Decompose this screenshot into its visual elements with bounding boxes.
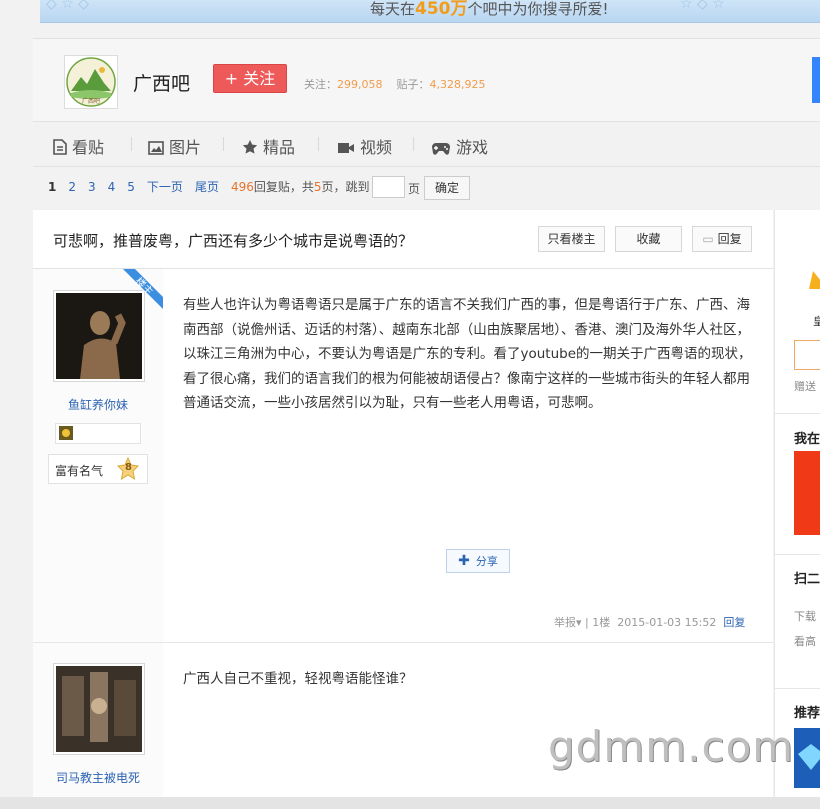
sidebar-heading: 推荐 bbox=[794, 706, 820, 721]
chevron-down-icon: ▾ bbox=[576, 616, 582, 629]
partial-label: 皇 bbox=[813, 313, 820, 329]
op-badge: 楼主 bbox=[123, 269, 163, 309]
post-floor-1: 鱼缸养你妹 富有名气 8 楼主 有些人也许认为粤语粤语只是属于广东的语言不关我们… bbox=[33, 269, 773, 643]
member-badge bbox=[55, 423, 141, 444]
tab-games[interactable]: 游戏 bbox=[431, 134, 488, 158]
svg-text:广西吧: 广西吧 bbox=[82, 97, 100, 105]
post-author-panel: 司马教主被电死 bbox=[33, 643, 163, 809]
page-link[interactable]: 2 bbox=[68, 180, 76, 194]
favorite-button[interactable]: 收藏 bbox=[615, 226, 682, 252]
forum-tabs: 看贴 图片 精品 视频 游戏 bbox=[33, 121, 820, 167]
floor-number: 1楼 bbox=[592, 616, 611, 629]
only-op-button[interactable]: 只看楼主 bbox=[538, 226, 605, 252]
level-number: 8 bbox=[125, 462, 132, 473]
post-content: 广西人自己不重视，轻视粤语能怪谁？ bbox=[183, 671, 413, 687]
tab-pictures[interactable]: 图片 bbox=[148, 134, 201, 158]
avatar[interactable] bbox=[53, 663, 145, 755]
post-meta: 举报▾ | 1楼 2015-01-03 15:52 回复 bbox=[554, 616, 746, 629]
banner-decoration: ☆ ◇ ☆ bbox=[680, 0, 725, 12]
post-time: 2015-01-03 15:52 bbox=[617, 616, 717, 629]
sidebar-text: 下载 bbox=[794, 610, 816, 623]
banner-text: 每天在450万个吧中为你搜寻所爱! bbox=[370, 0, 609, 19]
sidebar-heading: 扫二 bbox=[794, 572, 820, 587]
reply-button[interactable]: ▭ 回复 bbox=[692, 226, 752, 252]
forum-logo[interactable]: 广西吧 bbox=[64, 55, 118, 109]
jump-page-input[interactable] bbox=[372, 176, 405, 198]
forum-header: 广西吧 广西吧 + 关注 关注：299,058 贴子：4,328,925 bbox=[33, 38, 820, 121]
gift-label: 赠送 bbox=[794, 380, 816, 393]
post-reply-link[interactable]: 回复 bbox=[723, 616, 745, 629]
page-link[interactable]: 3 bbox=[88, 180, 96, 194]
promo-image[interactable] bbox=[794, 451, 820, 535]
bottom-scroll-strip bbox=[0, 797, 820, 809]
follow-button[interactable]: + 关注 bbox=[213, 64, 287, 93]
diamond-icon bbox=[798, 744, 820, 770]
username[interactable]: 司马教主被电死 bbox=[33, 769, 163, 786]
page-link[interactable]: 5 bbox=[127, 180, 135, 194]
thread-title: 可悲啊，推普废粤，广西还有多少个城市是说粤语的？ bbox=[53, 232, 414, 250]
star-icon bbox=[242, 140, 258, 154]
total-pages: 5 bbox=[313, 180, 322, 194]
video-icon bbox=[338, 143, 354, 153]
badge-icon bbox=[59, 426, 73, 440]
document-icon bbox=[53, 139, 67, 155]
forum-stats: 关注：299,058 贴子：4,328,925 bbox=[304, 78, 486, 91]
thread-title-bar: 可悲啊，推普废粤，广西还有多少个城市是说粤语的？ 只看楼主 收藏 ▭ 回复 bbox=[33, 210, 773, 269]
post-author-panel: 鱼缸养你妹 富有名气 8 楼主 bbox=[33, 269, 163, 642]
pagination: 1 2 3 4 5 下一页 尾页 496回复贴，共5页，跳到 bbox=[48, 180, 370, 194]
username[interactable]: 鱼缸养你妹 bbox=[33, 396, 163, 413]
banner-decoration: ◇ ☆ ◇ bbox=[46, 0, 89, 12]
right-sidebar: 皇 赠送 我在 扫二 下载 看高 推荐 bbox=[774, 210, 820, 809]
crown-icon bbox=[809, 271, 820, 289]
tab-video[interactable]: 视频 bbox=[337, 134, 392, 158]
gamepad-icon bbox=[432, 143, 450, 155]
tab-featured[interactable]: 精品 bbox=[242, 134, 295, 158]
rank-badge: 富有名气 8 bbox=[48, 454, 148, 484]
page-link[interactable]: 4 bbox=[108, 180, 116, 194]
next-page-link[interactable]: 下一页 bbox=[147, 180, 183, 194]
picture-icon bbox=[148, 141, 164, 155]
tab-kantie[interactable]: 看贴 bbox=[53, 134, 104, 158]
recommend-image[interactable] bbox=[794, 728, 820, 788]
page-current: 1 bbox=[48, 180, 57, 194]
post-content: 有些人也许认为粤语粤语只是属于广东的语言不关我们广西的事，但是粤语行于广东、广西… bbox=[183, 297, 752, 411]
posts-count: 4,328,925 bbox=[429, 78, 486, 91]
comment-icon: ▭ bbox=[702, 232, 714, 246]
forum-name[interactable]: 广西吧 bbox=[133, 69, 190, 96]
sign-in-button-edge[interactable] bbox=[812, 57, 820, 103]
thread-content: 可悲啊，推普废粤，广西还有多少个城市是说粤语的？ 只看楼主 收藏 ▭ 回复 鱼缸养… bbox=[33, 210, 773, 809]
confirm-jump-button[interactable]: 确定 bbox=[424, 176, 470, 200]
reply-count: 496 bbox=[230, 180, 254, 194]
followers-count: 299,058 bbox=[337, 78, 383, 91]
rank-name: 富有名气 bbox=[55, 464, 104, 478]
sidebar-heading: 我在 bbox=[794, 432, 820, 447]
top-banner[interactable]: ◇ ☆ ◇ ☆ ◇ ☆ 每天在450万个吧中为你搜寻所爱! bbox=[40, 0, 820, 23]
watermark: gdmm.com bbox=[548, 722, 795, 771]
gift-input[interactable] bbox=[794, 340, 820, 370]
plus-icon: ✚ bbox=[458, 553, 470, 569]
jump-page-unit: 页 bbox=[408, 182, 421, 196]
last-page-link[interactable]: 尾页 bbox=[195, 180, 219, 194]
share-button[interactable]: ✚ 分享 bbox=[446, 549, 510, 573]
report-link[interactable]: 举报 bbox=[554, 616, 576, 629]
sidebar-text: 看高 bbox=[794, 635, 816, 648]
